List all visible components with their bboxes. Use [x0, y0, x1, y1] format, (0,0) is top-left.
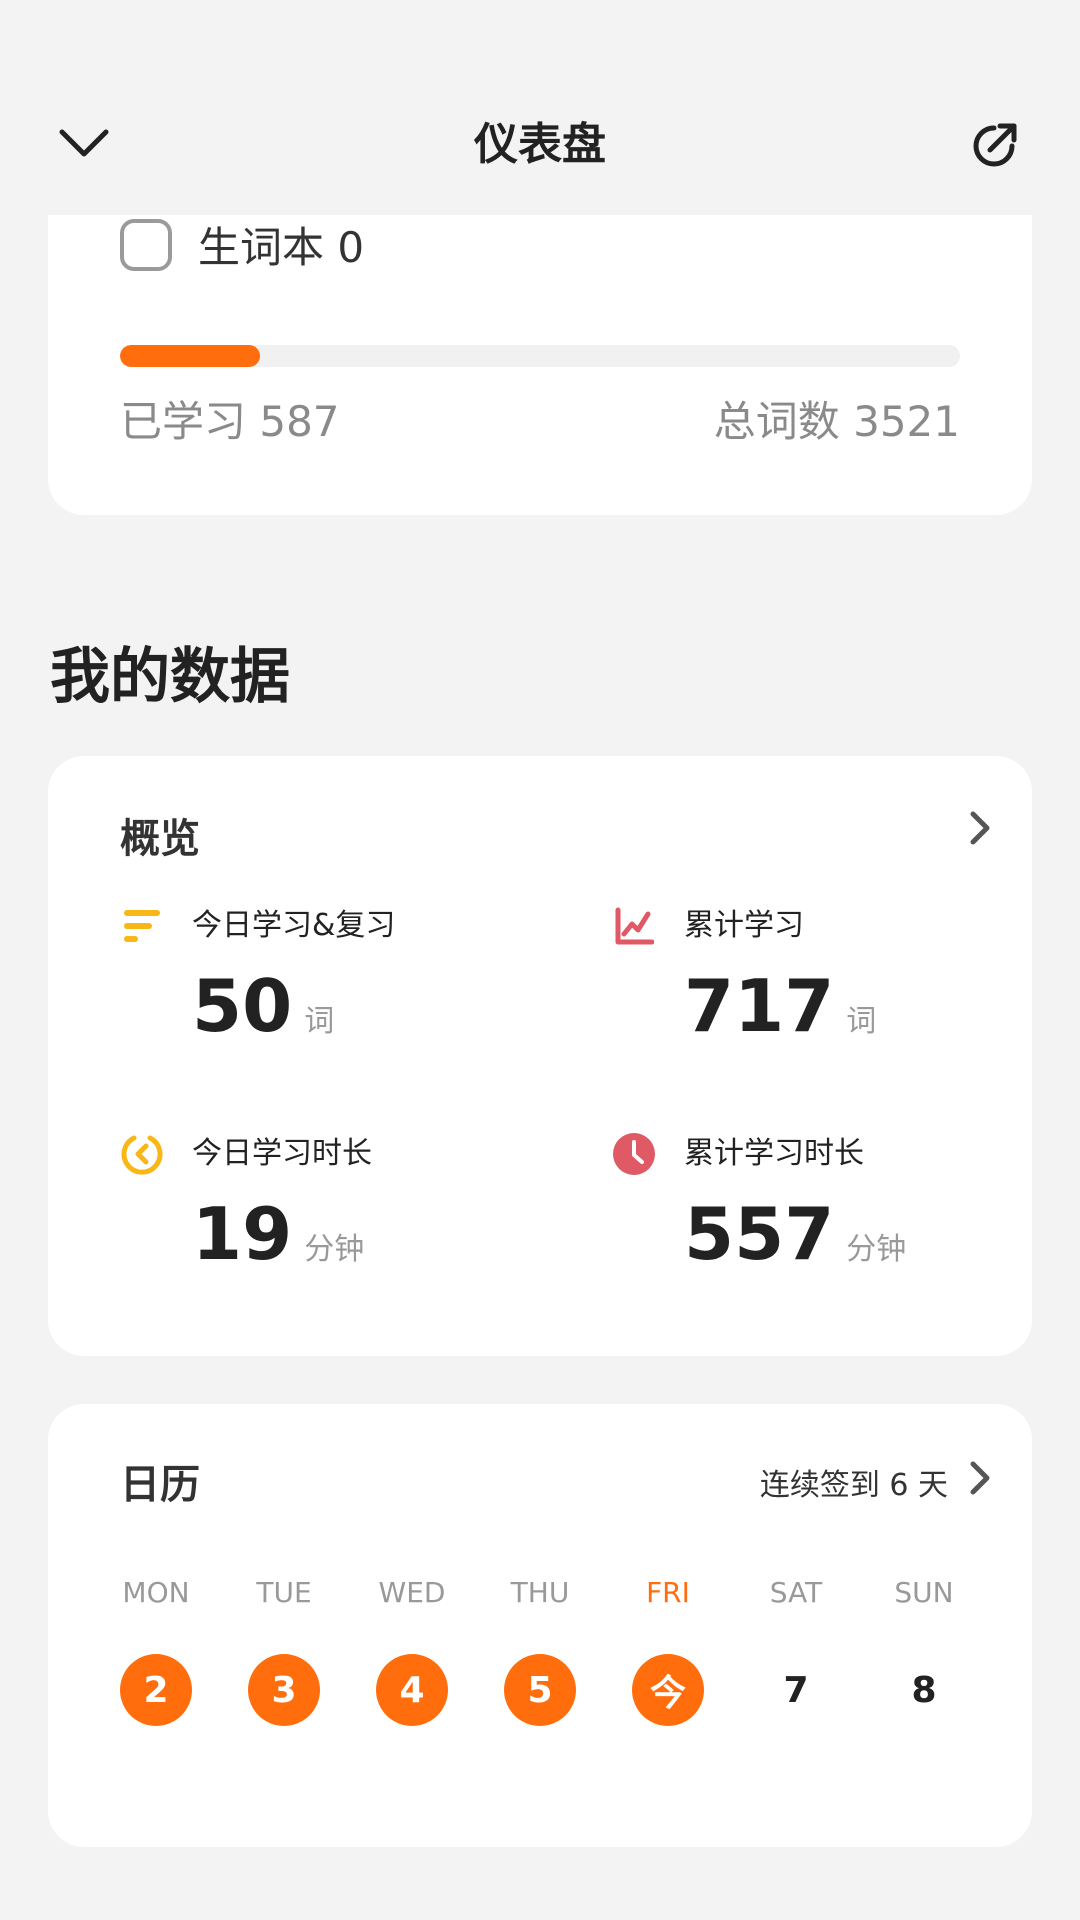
stat-total-words: 累计学习 717 词	[612, 904, 1032, 1074]
line-chart-icon	[612, 904, 656, 948]
stat-value: 557 分钟	[684, 1192, 907, 1276]
share-arrow-icon	[973, 123, 1017, 167]
stat-unit: 分钟	[846, 1232, 907, 1267]
day-wed[interactable]: 4	[376, 1654, 448, 1726]
clock-icon	[612, 1132, 656, 1176]
stat-value: 717 词	[684, 964, 877, 1048]
stat-label: 累计学习	[684, 908, 804, 943]
calendar-chevron-button[interactable]	[960, 1456, 1000, 1500]
stat-today-words: 今日学习&复习 50 词	[120, 904, 540, 1074]
top-bar: 仪表盘	[0, 0, 1080, 215]
calendar-title: 日历	[120, 1462, 200, 1508]
section-title-my-data: 我的数据	[50, 642, 290, 712]
word-book-checkbox[interactable]	[120, 218, 172, 271]
day-fri-today[interactable]: 今	[632, 1654, 704, 1726]
stat-total-duration: 累计学习时长 557 分钟	[612, 1132, 1032, 1302]
stat-value: 50 词	[192, 964, 335, 1048]
word-book-label: 生词本 0	[198, 223, 365, 272]
chevron-right-icon	[970, 811, 990, 845]
stat-unit: 分钟	[304, 1232, 365, 1267]
stat-label: 累计学习时长	[684, 1136, 864, 1171]
stat-unit: 词	[846, 1004, 877, 1039]
word-book-card: 生词本 0 已学习 587 总词数 3521	[48, 190, 1032, 515]
overview-title: 概览	[120, 816, 200, 862]
day-label-thu: THU	[510, 1576, 570, 1609]
stat-today-duration: 今日学习时长 19 分钟	[120, 1132, 540, 1302]
day-label-wed: WED	[378, 1576, 446, 1609]
streak-text[interactable]: 连续签到 6 天	[760, 1460, 948, 1504]
day-label-mon: MON	[122, 1576, 190, 1609]
chevron-right-icon	[970, 1461, 990, 1495]
stat-unit: 词	[304, 1004, 335, 1039]
timer-arc-icon	[120, 1132, 164, 1176]
day-thu[interactable]: 5	[504, 1654, 576, 1726]
calendar-card[interactable]: 日历 连续签到 6 天 MON TUE WED THU FRI SAT SUN …	[48, 1404, 1032, 1847]
share-button[interactable]	[962, 114, 1026, 178]
day-label-sun: SUN	[894, 1576, 954, 1609]
day-tue[interactable]: 3	[248, 1654, 320, 1726]
page-title: 仪表盘	[474, 119, 606, 170]
learning-progress-fill	[120, 345, 261, 367]
overview-chevron-button[interactable]	[960, 806, 1000, 850]
total-count: 总词数 3521	[713, 397, 960, 446]
word-book-option[interactable]: 生词本 0	[120, 214, 364, 275]
day-label-tue: TUE	[256, 1576, 312, 1609]
learned-count: 已学习 587	[120, 397, 340, 446]
learning-progress-bar	[120, 345, 960, 367]
day-sun[interactable]: 8	[888, 1654, 960, 1726]
day-label-sat: SAT	[769, 1576, 823, 1609]
stat-label: 今日学习&复习	[192, 908, 396, 943]
list-bars-icon	[120, 904, 164, 948]
day-label-fri: FRI	[646, 1576, 690, 1609]
day-mon[interactable]: 2	[120, 1654, 192, 1726]
stat-label: 今日学习时长	[192, 1136, 372, 1171]
stat-value: 19 分钟	[192, 1192, 365, 1276]
overview-card[interactable]: 概览 今日学习&复习 50 词 累计学习 717 词 今日学习时长 19 分钟 …	[48, 756, 1032, 1356]
day-sat[interactable]: 7	[760, 1654, 832, 1726]
